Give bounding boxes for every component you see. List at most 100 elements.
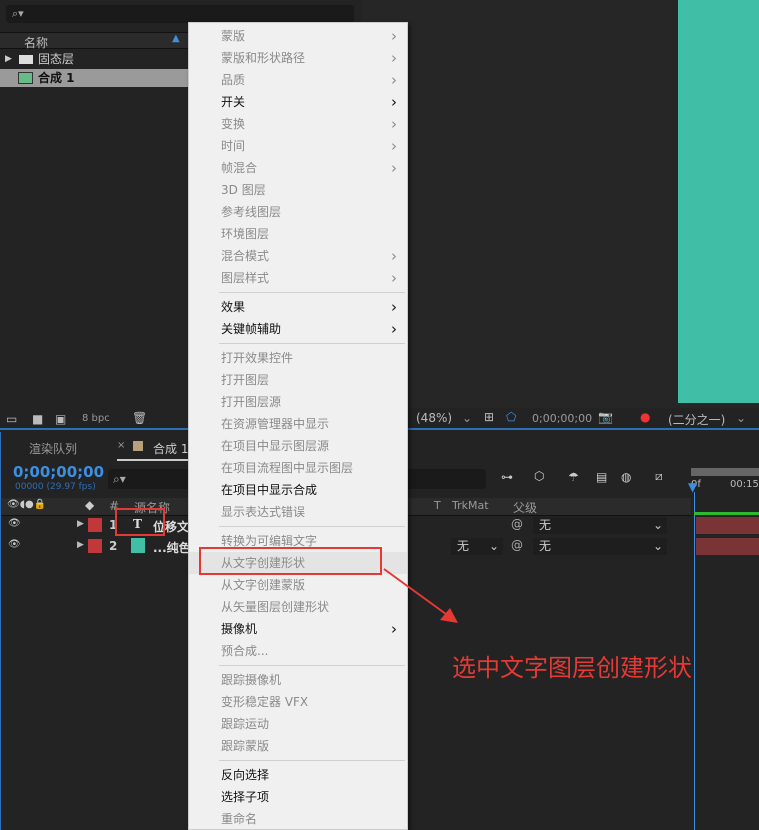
menu-item[interactable]: 在资源管理器中显示 <box>189 413 407 435</box>
folder-icon[interactable]: ■ <box>32 412 43 426</box>
solid-layer-icon <box>131 538 145 553</box>
tab-render-queue[interactable]: 渲染队列 <box>29 440 77 457</box>
visibility-eye-icon[interactable]: 👁 <box>8 539 21 550</box>
menu-item[interactable]: 反向选择 <box>189 764 407 786</box>
expand-arrow-icon[interactable]: ▶ <box>5 50 12 68</box>
trash-icon[interactable]: 🗑 <box>132 411 147 425</box>
menu-separator <box>219 760 405 761</box>
menu-item[interactable]: 变换 › <box>189 113 407 135</box>
menu-item-label: 环境图层 <box>221 227 270 241</box>
trkmat-select[interactable]: 无 ⌄ <box>451 538 503 555</box>
menu-item[interactable]: 3D 图层 <box>189 179 407 201</box>
menu-item[interactable]: 在项目中显示图层源 <box>189 435 407 457</box>
project-item-folder[interactable]: ▶ 固态层 <box>0 50 190 68</box>
submenu-chevron-icon: › <box>391 71 397 89</box>
menu-item[interactable]: 关键帧辅助 › <box>189 318 407 340</box>
menu-item[interactable]: 从矢量图层创建形状 <box>189 596 407 618</box>
draft-3d-icon[interactable]: ⬡ <box>534 469 544 483</box>
layer-duration-bar[interactable] <box>696 538 759 555</box>
column-t: T <box>434 499 441 512</box>
menu-item[interactable]: 图层样式 › <box>189 267 407 289</box>
menu-separator <box>219 292 405 293</box>
menu-item[interactable]: 摄像机 › <box>189 618 407 640</box>
color-channels-icon[interactable]: ● <box>640 410 650 424</box>
menu-item[interactable]: 帧混合 › <box>189 157 407 179</box>
expand-arrow-icon[interactable]: ▶ <box>77 540 84 550</box>
composition-icon[interactable]: ▣ <box>55 412 66 426</box>
annotation-arrow <box>383 568 458 623</box>
menu-item-label: 帧混合 <box>221 161 258 175</box>
menu-item[interactable]: 在项目流程图中显示图层 <box>189 457 407 479</box>
layer-name[interactable]: ...纯色 <box>153 539 191 556</box>
menu-item-label: 混合模式 <box>221 249 270 263</box>
annotation-text: 选中文字图层创建形状 <box>452 654 692 682</box>
menu-item[interactable]: 开关 › <box>189 91 407 113</box>
camera-snapshot-icon[interactable]: 📷 <box>598 410 613 424</box>
menu-item[interactable]: 时间 › <box>189 135 407 157</box>
motion-blur-icon[interactable]: ◍ <box>621 470 631 484</box>
chevron-down-icon[interactable]: ⌄ <box>736 411 746 425</box>
menu-item[interactable]: 跟踪摄像机 <box>189 669 407 691</box>
menu-item-label: 重命名 <box>221 812 258 826</box>
chevron-down-icon[interactable]: ⌄ <box>462 411 472 425</box>
graph-editor-icon[interactable]: ⧄ <box>655 469 663 484</box>
menu-item[interactable]: 跟踪蒙版 <box>189 735 407 757</box>
menu-item[interactable]: 在项目中显示合成 <box>189 479 407 501</box>
menu-item[interactable]: 跟踪运动 <box>189 713 407 735</box>
project-search-input[interactable]: ⌕▾ <box>6 5 354 23</box>
grid-icon[interactable]: ⊞ <box>484 410 494 424</box>
menu-item[interactable]: 环境图层 <box>189 223 407 245</box>
menu-item[interactable]: 显示表达式错误 <box>189 501 407 523</box>
composition-flowchart-icon[interactable]: ⊶ <box>501 470 513 484</box>
menu-item-label: 效果 <box>221 300 246 314</box>
parent-select[interactable]: 无 ⌄ <box>533 538 667 555</box>
label-color-swatch[interactable] <box>88 539 102 553</box>
column-name[interactable]: 名称 <box>24 34 48 51</box>
menu-item-label: 图层样式 <box>221 271 270 285</box>
menu-item[interactable]: 蒙版和形状路径 › <box>189 47 407 69</box>
menu-item[interactable]: 参考线图层 <box>189 201 407 223</box>
menu-item[interactable]: 蒙版 › <box>189 25 407 47</box>
shy-layers-icon[interactable]: ☂ <box>568 470 579 484</box>
zoom-select[interactable]: (48%) <box>416 411 452 425</box>
expand-arrow-icon[interactable]: ▶ <box>77 519 84 529</box>
visibility-eye-icon[interactable]: 👁 <box>8 518 21 529</box>
viewer-timecode[interactable]: 0;00;00;00 <box>532 412 592 425</box>
menu-item-label: 开关 <box>221 95 246 109</box>
frame-blending-icon[interactable]: ▤ <box>596 470 607 484</box>
menu-item[interactable]: 选择子项 <box>189 786 407 808</box>
layer-duration-bar[interactable] <box>696 517 759 534</box>
project-item-composition[interactable]: 合成 1 <box>0 69 190 87</box>
playhead-icon[interactable]: ▼ <box>688 480 697 494</box>
menu-item[interactable]: 预合成... <box>189 640 407 662</box>
menu-item[interactable]: 打开图层源 <box>189 391 407 413</box>
work-area-bar[interactable] <box>691 468 759 476</box>
menu-item[interactable]: 重命名 <box>189 808 407 830</box>
parent-select[interactable]: 无 ⌄ <box>533 517 667 534</box>
submenu-chevron-icon: › <box>391 93 397 111</box>
item-name: 固态层 <box>38 52 75 66</box>
region-icon[interactable]: ▭ <box>6 412 17 426</box>
resolution-select[interactable]: (二分之一) <box>668 411 725 428</box>
current-timecode[interactable]: 0;00;00;00 <box>13 463 104 481</box>
parent-pickwhip-icon[interactable]: @ <box>511 517 523 531</box>
menu-item[interactable]: 打开效果控件 <box>189 347 407 369</box>
menu-item[interactable]: 从文字创建蒙版 <box>189 574 407 596</box>
mask-visibility-icon[interactable]: ⬠ <box>506 410 516 424</box>
parent-pickwhip-icon[interactable]: @ <box>511 538 523 552</box>
fps-label: 00000 (29.97 fps) <box>15 482 96 492</box>
ruler-tick: 00:15f <box>730 479 759 490</box>
menu-item-label: 选择子项 <box>221 790 270 804</box>
menu-item[interactable]: 变形稳定器 VFX <box>189 691 407 713</box>
menu-item[interactable]: 混合模式 › <box>189 245 407 267</box>
close-tab-icon[interactable]: × <box>117 440 125 451</box>
menu-item-label: 转换为可编辑文字 <box>221 534 318 548</box>
menu-item[interactable]: 效果 › <box>189 296 407 318</box>
submenu-chevron-icon: › <box>391 320 397 338</box>
label-color-swatch[interactable] <box>88 518 102 532</box>
menu-item[interactable]: 打开图层 <box>189 369 407 391</box>
menu-item[interactable]: 品质 › <box>189 69 407 91</box>
tab-composition[interactable]: 合成 1 <box>153 440 188 457</box>
submenu-chevron-icon: › <box>391 49 397 67</box>
bpc-label[interactable]: 8 bpc <box>82 413 110 424</box>
